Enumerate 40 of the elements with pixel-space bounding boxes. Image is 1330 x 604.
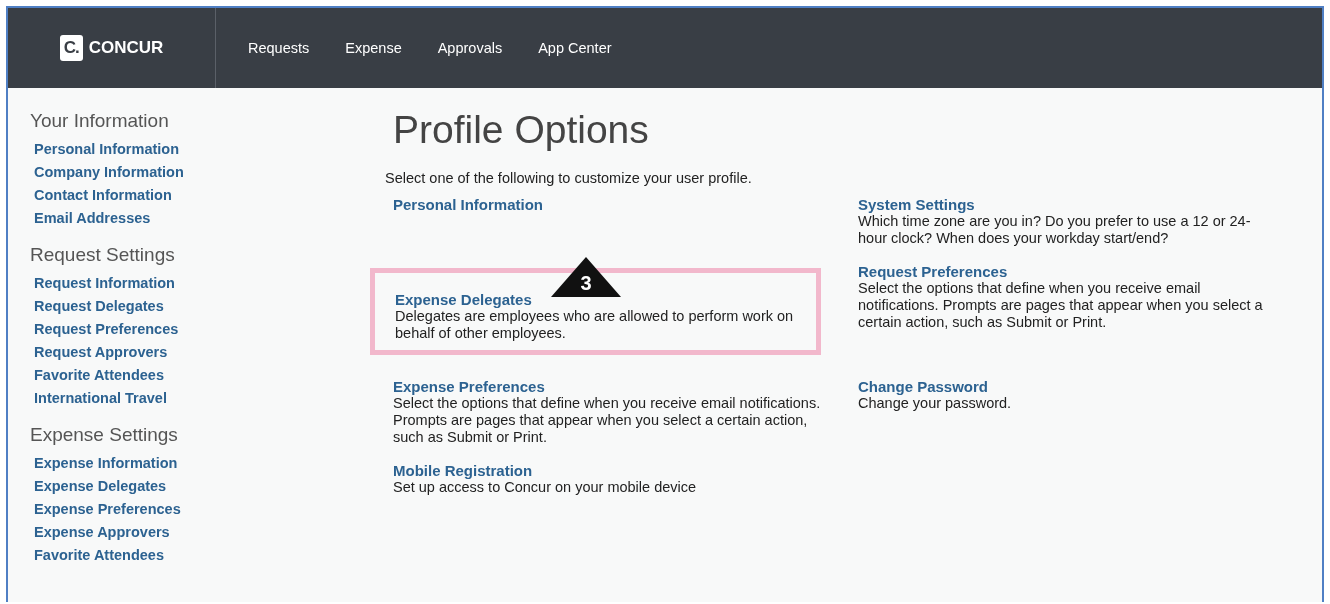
- option-description: Delegates are employees who are allowed to perform work on behalf of other employees.: [395, 308, 795, 342]
- sidebar-link[interactable]: Request Approvers: [30, 341, 168, 364]
- nav-link[interactable]: Expense: [327, 40, 420, 56]
- sidebar-link[interactable]: Request Preferences: [30, 318, 179, 341]
- intro-text: Select one of the following to customize your user profile.: [385, 170, 753, 186]
- option-link[interactable]: Mobile Registration: [393, 462, 533, 479]
- option-link[interactable]: Personal Information: [393, 196, 544, 213]
- option-description: Change your password.: [858, 395, 1013, 412]
- sidebar-link[interactable]: Request Delegates: [30, 295, 164, 318]
- sidebar-link[interactable]: Email Addresses: [30, 207, 151, 230]
- option-link[interactable]: System Settings: [858, 196, 975, 213]
- sidebar-link[interactable]: Favorite Attendees: [30, 544, 164, 567]
- option-description: Select the options that define when you receive email notifications. Prompts are pages that appear when you select a certain action, such as Submit or Print.: [393, 395, 822, 446]
- sidebar-link[interactable]: International Travel: [30, 387, 167, 410]
- sidebar-link[interactable]: Expense Approvers: [30, 521, 170, 544]
- logo-mark[interactable]: C.: [59, 35, 83, 61]
- sidebar-link[interactable]: Company Information: [30, 161, 184, 184]
- option-description: Which time zone are you in? Do you prefer to use a 12 or 24-hour clock? When does your workday start/end?: [858, 213, 1252, 247]
- step-marker: 3: [551, 257, 621, 297]
- sidebar-link[interactable]: Expense Delegates: [30, 475, 167, 498]
- sidebar-link[interactable]: Request Information: [30, 272, 175, 295]
- option-link[interactable]: Request Preferences: [858, 263, 1008, 280]
- sidebar-link[interactable]: Expense Information: [30, 452, 178, 475]
- option-description: Set up access to Concur on your mobile device: [393, 479, 698, 496]
- sidebar-link[interactable]: Personal Information: [30, 138, 180, 161]
- nav-link[interactable]: Approvals: [419, 40, 521, 56]
- sidebar-link[interactable]: Contact Information: [30, 184, 172, 207]
- option-description: Select the options that define when you receive email notifications. Prompts are pages that appear when you select a certain action, such as Submit or Print.: [858, 280, 1264, 331]
- option-link[interactable]: Expense Preferences: [393, 378, 545, 395]
- option-link[interactable]: Change Password: [858, 378, 989, 395]
- sidebar-heading: Expense Settings: [30, 424, 179, 446]
- sidebar-link[interactable]: Favorite Attendees: [30, 364, 164, 387]
- option-link[interactable]: Expense Delegates: [395, 291, 532, 308]
- sidebar-link[interactable]: Expense Preferences: [30, 498, 181, 521]
- logo-text[interactable]: CONCUR: [88, 38, 164, 58]
- sidebar-heading: Request Settings: [30, 244, 176, 266]
- nav-link[interactable]: App Center: [520, 40, 630, 56]
- sidebar-heading: Your Information: [30, 110, 170, 132]
- page-title: Profile Options: [393, 108, 650, 152]
- nav-link[interactable]: Requests: [230, 40, 328, 56]
